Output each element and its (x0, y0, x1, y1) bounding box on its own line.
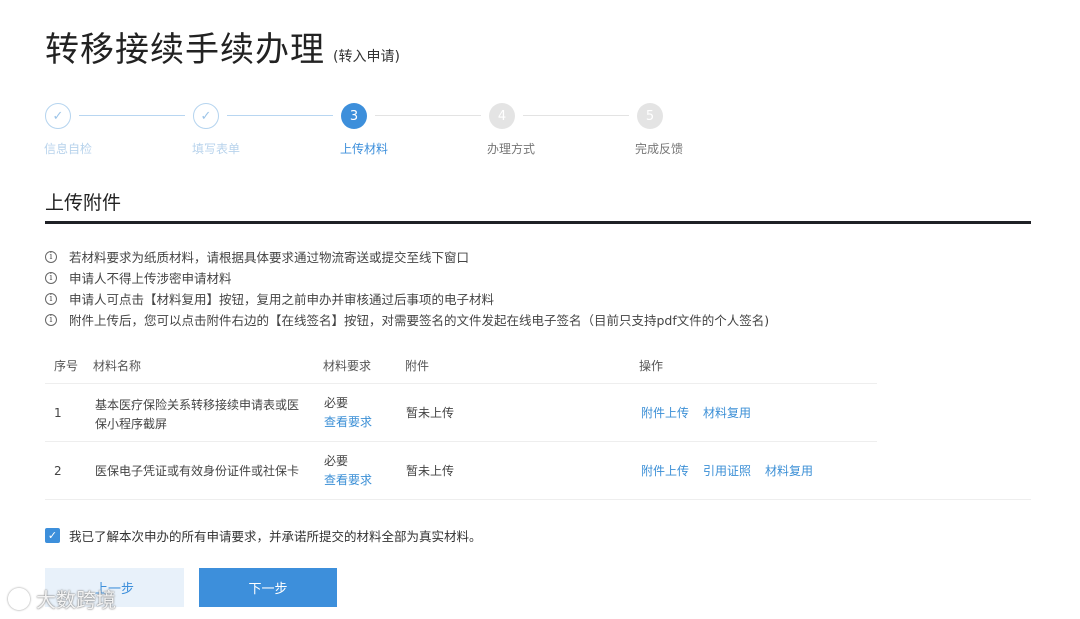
row-index: 1 (54, 406, 62, 420)
upload-attachment-link[interactable]: 附件上传 (641, 404, 689, 421)
info-icon: i (45, 250, 57, 263)
step-2-label: 填写表单 (191, 142, 240, 156)
info-icon: i (45, 271, 57, 284)
agreement-checkbox[interactable]: ✓ (45, 528, 60, 543)
step-3-indicator: 3 (341, 103, 367, 129)
table-header: 序号 材料名称 材料要求 附件 操作 (45, 346, 877, 384)
notice-text: 附件上传后，您可以点击附件右边的【在线签名】按钮，对需要签名的文件发起在线电子签… (69, 313, 770, 328)
info-icon: i (45, 313, 57, 326)
step-4-indicator: 4 (489, 103, 515, 129)
notice-item: i 附件上传后，您可以点击附件右边的【在线签名】按钮，对需要签名的文件发起在线电… (45, 309, 769, 330)
reuse-material-link[interactable]: 材料复用 (703, 404, 751, 421)
agreement-text: 我已了解本次申办的所有申请要求，并承诺所提交的材料全部为真实材料。 (69, 529, 482, 544)
page-header: 转移接续手续办理 (转入申请) (45, 22, 400, 71)
step-1-check-icon: ✓ (45, 103, 71, 129)
upload-attachment-link[interactable]: 附件上传 (641, 462, 689, 479)
notice-item: i 申请人可点击【材料复用】按钮，复用之前申办并审核通过后事项的电子材料 (45, 288, 769, 309)
header-operations: 操作 (639, 359, 664, 373)
step-5-indicator: 5 (637, 103, 663, 129)
next-step-button[interactable]: 下一步 (199, 568, 337, 607)
cite-certificate-link[interactable]: 引用证照 (703, 462, 751, 479)
step-connector (227, 115, 333, 116)
attachment-status: 暂未上传 (406, 464, 455, 478)
watermark-logo-icon (8, 587, 30, 610)
step-5-label: 完成反馈 (634, 142, 683, 156)
step-connector (375, 115, 481, 116)
notice-item: i 若材料要求为纸质材料，请根据具体要求通过物流寄送或提交至线下窗口 (45, 246, 769, 267)
info-icon: i (45, 292, 57, 305)
materials-table: 序号 材料名称 材料要求 附件 操作 1 基本医疗保险关系转移接续申请表或医保小… (45, 346, 1031, 500)
reuse-material-link[interactable]: 材料复用 (765, 462, 813, 479)
watermark-text: 大数跨境 (36, 588, 116, 612)
header-name: 材料名称 (93, 359, 142, 373)
header-attachment: 附件 (405, 359, 430, 373)
section-divider (45, 221, 1031, 224)
section-title: 上传附件 (45, 192, 122, 214)
requirement-text: 必要 (324, 454, 349, 468)
notice-text: 申请人可点击【材料复用】按钮，复用之前申办并审核通过后事项的电子材料 (69, 292, 495, 307)
notice-item: i 申请人不得上传涉密申请材料 (45, 267, 769, 288)
step-2-check-icon: ✓ (193, 103, 219, 129)
agreement: ✓ 我已了解本次申办的所有申请要求，并承诺所提交的材料全部为真实材料。 (45, 526, 482, 545)
step-1-label: 信息自检 (43, 142, 92, 156)
attachment-status: 暂未上传 (406, 406, 455, 420)
step-connector (523, 115, 629, 116)
row-operations: 附件上传 引用证照 材料复用 (641, 462, 813, 479)
header-index: 序号 (54, 359, 79, 373)
material-name: 基本医疗保险关系转移接续申请表或医保小程序截屏 (95, 398, 300, 431)
requirement-cell: 必要 查看要求 (324, 394, 372, 432)
step-4-label: 办理方式 (486, 142, 535, 156)
page-subtitle: (转入申请) (333, 49, 400, 65)
watermark: 大数跨境 (8, 584, 116, 613)
page-title: 转移接续手续办理 (45, 30, 325, 70)
table-row: 1 基本医疗保险关系转移接续申请表或医保小程序截屏 必要 查看要求 暂未上传 附… (45, 384, 877, 442)
row-operations: 附件上传 材料复用 (641, 404, 751, 421)
progress-stepper: ✓ ✓ 3 4 5 信息自检 填写表单 上传材料 办理方式 完成反馈 (0, 100, 1080, 160)
material-name: 医保电子凭证或有效身份证件或社保卡 (95, 464, 300, 478)
notice-list: i 若材料要求为纸质材料，请根据具体要求通过物流寄送或提交至线下窗口 i 申请人… (45, 246, 769, 330)
requirement-cell: 必要 查看要求 (324, 452, 372, 490)
step-connector (79, 115, 185, 116)
header-requirement: 材料要求 (323, 359, 372, 373)
view-requirement-link[interactable]: 查看要求 (324, 471, 372, 490)
table-row: 2 医保电子凭证或有效身份证件或社保卡 必要 查看要求 暂未上传 附件上传 引用… (45, 442, 1031, 500)
step-3-label: 上传材料 (339, 142, 388, 156)
row-index: 2 (54, 464, 62, 478)
requirement-text: 必要 (324, 396, 349, 410)
view-requirement-link[interactable]: 查看要求 (324, 413, 372, 432)
notice-text: 申请人不得上传涉密申请材料 (69, 271, 232, 286)
notice-text: 若材料要求为纸质材料，请根据具体要求通过物流寄送或提交至线下窗口 (69, 250, 470, 265)
